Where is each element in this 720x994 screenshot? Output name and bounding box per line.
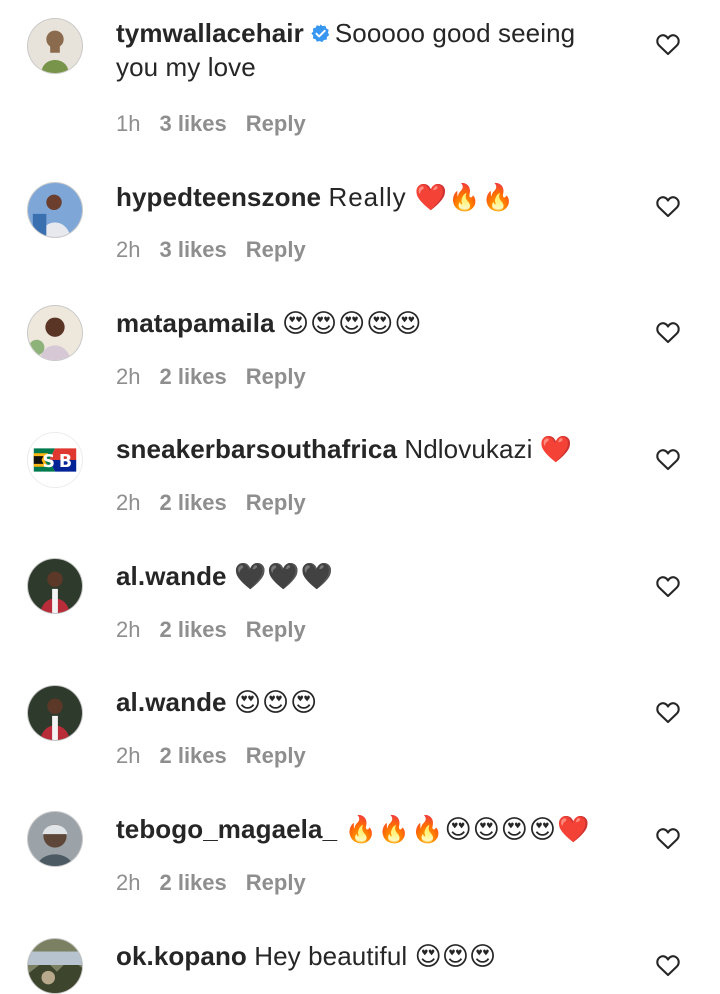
- comment-text: al.wande 🖤🖤🖤: [116, 559, 616, 593]
- comment-time: 2h: [116, 364, 141, 389]
- comment-meta: 2h 2 likes Reply: [116, 870, 325, 896]
- comment-text: hypedteenszone Really ❤️🔥🔥: [116, 180, 616, 214]
- comment-item: hypedteenszone Really ❤️🔥🔥 2h 3 likes Repl…: [0, 152, 720, 272]
- comment-username[interactable]: tymwallacehair: [116, 18, 304, 48]
- comment-time: 2h: [116, 617, 141, 642]
- comment-meta: 2h 2 likes Reply: [116, 364, 325, 390]
- comment-username[interactable]: al.wande: [116, 561, 227, 591]
- reply-button[interactable]: Reply: [246, 111, 306, 137]
- comment-time: 1h: [116, 111, 141, 136]
- comment-body: 🔥🔥🔥😍😍😍😍❤️: [344, 814, 591, 844]
- likes-count-button[interactable]: 2 likes: [159, 490, 226, 516]
- comment-text: tymwallacehair Sooooo good seeing you my …: [116, 16, 616, 84]
- avatar[interactable]: [27, 811, 83, 867]
- comment-item: ok.kopano Hey beautiful 😍😍😍: [0, 912, 720, 994]
- svg-text:B: B: [59, 452, 72, 472]
- comment-meta: 1h 3 likes Reply: [116, 111, 325, 137]
- avatar[interactable]: S B: [27, 432, 83, 488]
- likes-count-button[interactable]: 2 likes: [159, 364, 226, 390]
- heart-outline-icon[interactable]: [654, 192, 682, 220]
- avatar-photo-icon: [28, 183, 82, 237]
- comment-body: Ndlovukazi ❤️: [404, 434, 573, 464]
- sneakerbar-logo-icon: S B: [28, 433, 82, 487]
- comment-username[interactable]: tebogo_magaela_: [116, 814, 337, 844]
- comment-body: Hey beautiful 😍😍😍: [254, 941, 497, 971]
- heart-outline-icon[interactable]: [654, 572, 682, 600]
- comment-item: S B sneakerbarsouthafrica Ndlovukazi ❤️ …: [0, 405, 720, 525]
- avatar[interactable]: [27, 558, 83, 614]
- comment-list: tymwallacehair Sooooo good seeing you my …: [0, 0, 720, 994]
- comment-text: al.wande 😍😍😍: [116, 685, 616, 719]
- comment-text: sneakerbarsouthafrica Ndlovukazi ❤️: [116, 432, 616, 466]
- comment-time: 2h: [116, 490, 141, 515]
- comment-item: matapamaila 😍😍😍😍😍 2h 2 likes Reply: [0, 279, 720, 399]
- verified-badge-icon: [310, 23, 331, 44]
- heart-outline-icon[interactable]: [654, 445, 682, 473]
- likes-count-button[interactable]: 3 likes: [159, 111, 226, 137]
- reply-button[interactable]: Reply: [246, 490, 306, 516]
- comment-meta: 2h 2 likes Reply: [116, 617, 325, 643]
- comment-time: 2h: [116, 743, 141, 768]
- heart-outline-icon[interactable]: [654, 30, 682, 58]
- comment-item: tymwallacehair Sooooo good seeing you my …: [0, 0, 720, 136]
- avatar[interactable]: [27, 938, 83, 994]
- comment-username[interactable]: sneakerbarsouthafrica: [116, 434, 397, 464]
- comment-item: al.wande 😍😍😍 2h 2 likes Reply: [0, 659, 720, 779]
- comment-meta: 2h 2 likes Reply: [116, 743, 325, 769]
- comment-body: Really ❤️🔥🔥: [328, 182, 516, 212]
- comment-time: 2h: [116, 237, 141, 262]
- likes-count-button[interactable]: 2 likes: [159, 743, 226, 769]
- comment-text: matapamaila 😍😍😍😍😍: [116, 306, 616, 340]
- comment-text: tebogo_magaela_ 🔥🔥🔥😍😍😍😍❤️: [116, 812, 616, 846]
- avatar-photo-icon: [28, 559, 82, 613]
- svg-text:S: S: [42, 452, 55, 472]
- reply-button[interactable]: Reply: [246, 743, 306, 769]
- comment-username[interactable]: ok.kopano: [116, 941, 247, 971]
- avatar-photo-icon: [28, 812, 82, 866]
- comment-username[interactable]: hypedteenszone: [116, 182, 321, 212]
- comment-meta: 2h 2 likes Reply: [116, 490, 325, 516]
- avatar-photo-icon: [28, 686, 82, 740]
- comment-username[interactable]: al.wande: [116, 687, 227, 717]
- heart-outline-icon[interactable]: [654, 318, 682, 346]
- reply-button[interactable]: Reply: [246, 364, 306, 390]
- heart-outline-icon[interactable]: [654, 951, 682, 979]
- reply-button[interactable]: Reply: [246, 617, 306, 643]
- reply-button[interactable]: Reply: [246, 870, 306, 896]
- comment-username[interactable]: matapamaila: [116, 308, 275, 338]
- comment-item: al.wande 🖤🖤🖤 2h 2 likes Reply: [0, 532, 720, 652]
- comment-body: 😍😍😍😍😍: [281, 308, 423, 338]
- comment-body: 😍😍😍: [233, 687, 319, 717]
- heart-outline-icon[interactable]: [654, 698, 682, 726]
- avatar[interactable]: [27, 685, 83, 741]
- comment-time: 2h: [116, 870, 141, 895]
- likes-count-button[interactable]: 3 likes: [159, 237, 226, 263]
- avatar[interactable]: [27, 305, 83, 361]
- avatar-photo-icon: [28, 19, 82, 73]
- likes-count-button[interactable]: 2 likes: [159, 870, 226, 896]
- reply-button[interactable]: Reply: [246, 237, 306, 263]
- comment-meta: 2h 3 likes Reply: [116, 237, 325, 263]
- comment-text: ok.kopano Hey beautiful 😍😍😍: [116, 939, 616, 973]
- avatar[interactable]: [27, 182, 83, 238]
- avatar[interactable]: [27, 18, 83, 74]
- avatar-photo-icon: [28, 939, 82, 993]
- avatar-photo-icon: [28, 306, 82, 360]
- likes-count-button[interactable]: 2 likes: [159, 617, 226, 643]
- comment-item: tebogo_magaela_ 🔥🔥🔥😍😍😍😍❤️ 2h 2 likes Reply: [0, 785, 720, 905]
- comment-body: 🖤🖤🖤: [233, 561, 335, 591]
- heart-outline-icon[interactable]: [654, 824, 682, 852]
